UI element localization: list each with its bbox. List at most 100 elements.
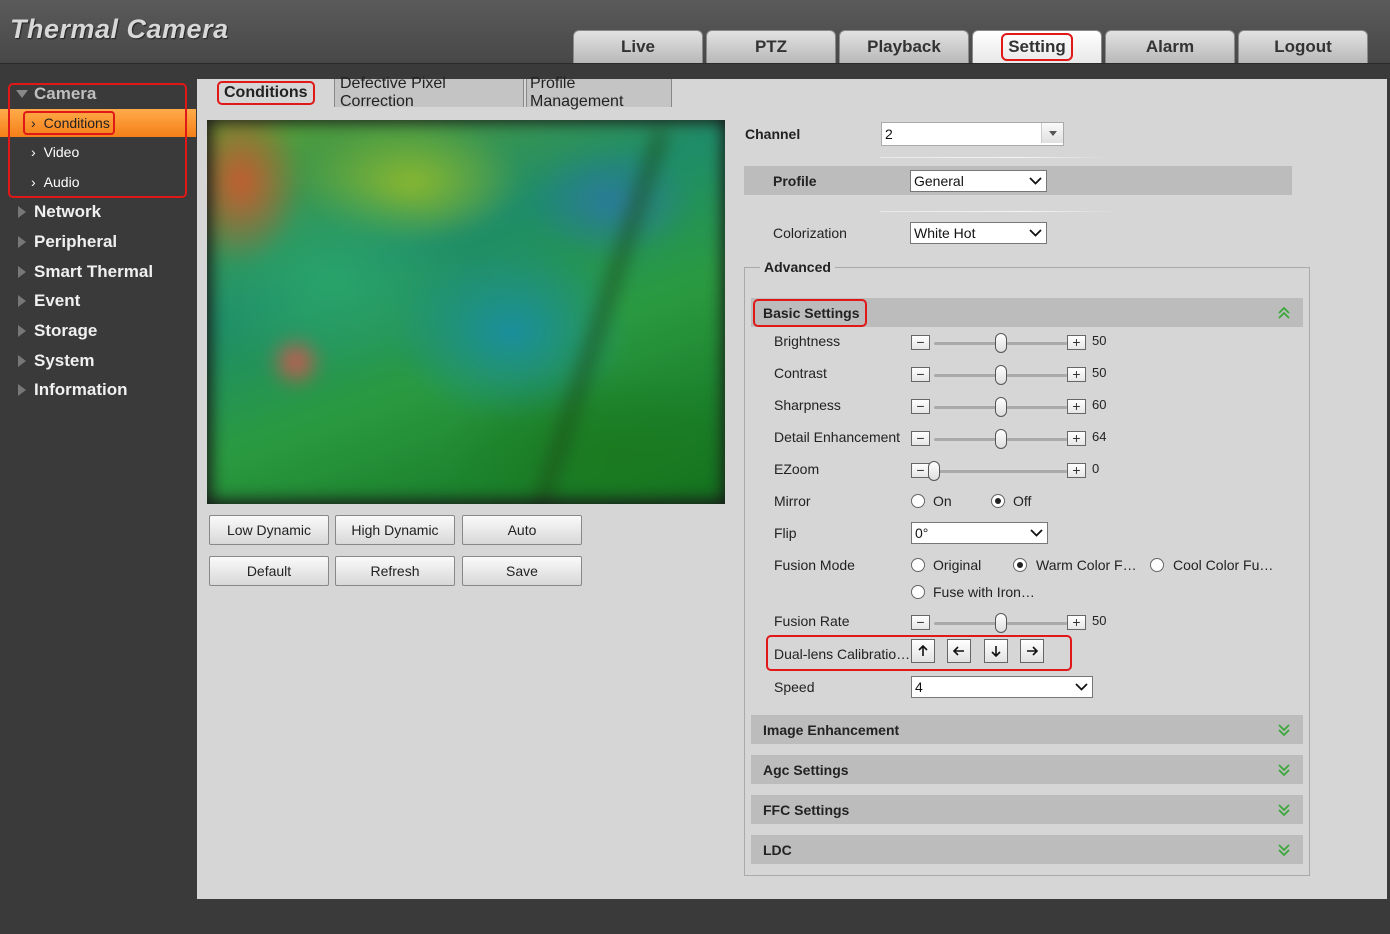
speed-select[interactable]: 4 <box>911 676 1093 698</box>
tab-logout[interactable]: Logout <box>1238 30 1368 63</box>
ezoom-thumb[interactable] <box>928 461 940 481</box>
detail-enhancement-thumb[interactable] <box>994 429 1007 449</box>
sidebar-group-label: Network <box>34 202 102 221</box>
subtab-profile-management[interactable]: Profile Management <box>526 75 672 110</box>
chevron-right-icon: › <box>31 174 36 190</box>
ezoom-track[interactable] <box>934 470 1067 473</box>
sidebar-group-smart-thermal[interactable]: Smart Thermal <box>0 257 196 287</box>
colorization-select[interactable]: White Hot <box>910 222 1047 244</box>
sidebar-group-label: Smart Thermal <box>34 262 154 281</box>
sidebar-group-storage[interactable]: Storage <box>0 316 196 346</box>
contrast-thumb[interactable] <box>994 365 1007 385</box>
arrow-left-icon <box>952 646 964 656</box>
brightness-decrease-button[interactable]: − <box>911 335 930 350</box>
fusion-rate-value: 50 <box>1092 613 1107 628</box>
sidebar-group-camera[interactable]: Camera <box>0 79 196 109</box>
detail-enhancement-label: Detail Enhancement <box>774 429 901 445</box>
top-header: Thermal Camera Live PTZ Playback Setting… <box>0 0 1390 64</box>
flip-value: 0° <box>915 525 929 541</box>
sidebar-item-conditions[interactable]: › Conditions <box>0 109 196 137</box>
sharpness-thumb[interactable] <box>994 397 1007 417</box>
calibrate-up-button[interactable] <box>911 639 935 663</box>
channel-select[interactable]: 2 <box>881 122 1064 146</box>
sidebar-group-peripheral[interactable]: Peripheral <box>0 227 196 257</box>
sidebar-item-label: Conditions <box>43 115 110 131</box>
image-enhancement-header[interactable]: Image Enhancement <box>751 715 1303 744</box>
brightness-label: Brightness <box>774 333 841 349</box>
subtab-defective-pixel-correction[interactable]: Defective Pixel Correction <box>334 75 524 110</box>
subtab-label: Defective Pixel Correction <box>340 75 446 110</box>
collapsed-triangle-icon <box>18 355 26 367</box>
subtab-label: Profile Management <box>530 75 624 110</box>
divider <box>880 157 1110 158</box>
fusion-warm-radio[interactable] <box>1013 558 1027 572</box>
default-button[interactable]: Default <box>209 556 329 586</box>
detail-enhancement-value: 64 <box>1092 429 1107 444</box>
tab-label: Live <box>620 37 656 56</box>
sidebar-item-video[interactable]: › Video <box>0 138 196 166</box>
save-button[interactable]: Save <box>462 556 582 586</box>
tab-live[interactable]: Live <box>573 30 703 63</box>
collapsed-triangle-icon <box>18 236 26 248</box>
mirror-off-radio[interactable] <box>991 494 1005 508</box>
ldc-header[interactable]: LDC <box>751 835 1303 864</box>
sidebar-group-event[interactable]: Event <box>0 286 196 316</box>
section-title: LDC <box>763 841 792 858</box>
sidebar-group-system[interactable]: System <box>0 346 196 376</box>
tab-ptz[interactable]: PTZ <box>706 30 836 63</box>
fusion-rate-increase-button[interactable]: + <box>1067 615 1086 630</box>
sharpness-increase-button[interactable]: + <box>1067 399 1086 414</box>
arrow-up-icon <box>918 644 928 656</box>
tab-alarm[interactable]: Alarm <box>1105 30 1235 63</box>
sidebar-group-network[interactable]: Network <box>0 197 196 227</box>
agc-settings-header[interactable]: Agc Settings <box>751 755 1303 784</box>
fusion-original-radio[interactable] <box>911 558 925 572</box>
basic-settings-header[interactable]: Basic Settings <box>751 298 1303 327</box>
fusion-rate-thumb[interactable] <box>994 613 1007 633</box>
brightness-thumb[interactable] <box>994 333 1007 353</box>
sidebar-group-label: Storage <box>34 321 98 340</box>
channel-label: Channel <box>745 126 801 142</box>
detail-enhancement-decrease-button[interactable]: − <box>911 431 930 446</box>
ezoom-increase-button[interactable]: + <box>1067 463 1086 478</box>
chevron-down-icon <box>1029 177 1042 185</box>
auto-button[interactable]: Auto <box>462 515 582 545</box>
collapsed-triangle-icon <box>18 295 26 307</box>
refresh-button[interactable]: Refresh <box>335 556 455 586</box>
chevron-down-icon <box>1030 529 1043 537</box>
mirror-on-radio[interactable] <box>911 494 925 508</box>
collapsed-triangle-icon <box>18 206 26 218</box>
sidebar-group-label: Peripheral <box>34 232 118 251</box>
sidebar-group-label: Information <box>34 380 128 399</box>
arrow-down-icon <box>991 646 1001 658</box>
contrast-decrease-button[interactable]: − <box>911 367 930 382</box>
app-title: Thermal Camera <box>10 14 229 44</box>
fusion-iron-radio[interactable] <box>911 585 925 599</box>
sidebar-group-information[interactable]: Information <box>0 375 196 405</box>
low-dynamic-button[interactable]: Low Dynamic <box>209 515 329 545</box>
double-chevron-down-icon <box>1278 724 1290 737</box>
profile-select[interactable]: General <box>910 170 1047 192</box>
sidebar-item-audio[interactable]: › Audio <box>0 168 196 196</box>
tab-label: Logout <box>1274 37 1332 56</box>
fusion-rate-decrease-button[interactable]: − <box>911 615 930 630</box>
ffc-settings-header[interactable]: FFC Settings <box>751 795 1303 824</box>
collapsed-triangle-icon <box>18 384 26 396</box>
fusion-iron-label: Fuse with Iron… <box>933 584 1035 600</box>
high-dynamic-button[interactable]: High Dynamic <box>335 515 455 545</box>
flip-select[interactable]: 0° <box>911 522 1048 544</box>
fusion-cool-radio[interactable] <box>1150 558 1164 572</box>
calibrate-left-button[interactable] <box>947 639 971 663</box>
subtab-spacer <box>197 79 333 107</box>
calibrate-down-button[interactable] <box>984 639 1008 663</box>
brightness-increase-button[interactable]: + <box>1067 335 1086 350</box>
tab-setting[interactable]: Setting <box>972 30 1102 63</box>
contrast-label: Contrast <box>774 365 827 381</box>
sharpness-decrease-button[interactable]: − <box>911 399 930 414</box>
chevron-right-icon: › <box>31 144 36 160</box>
tab-playback[interactable]: Playback <box>839 30 969 63</box>
contrast-increase-button[interactable]: + <box>1067 367 1086 382</box>
detail-enhancement-increase-button[interactable]: + <box>1067 431 1086 446</box>
double-chevron-up-icon <box>1278 306 1290 319</box>
calibrate-right-button[interactable] <box>1020 639 1044 663</box>
